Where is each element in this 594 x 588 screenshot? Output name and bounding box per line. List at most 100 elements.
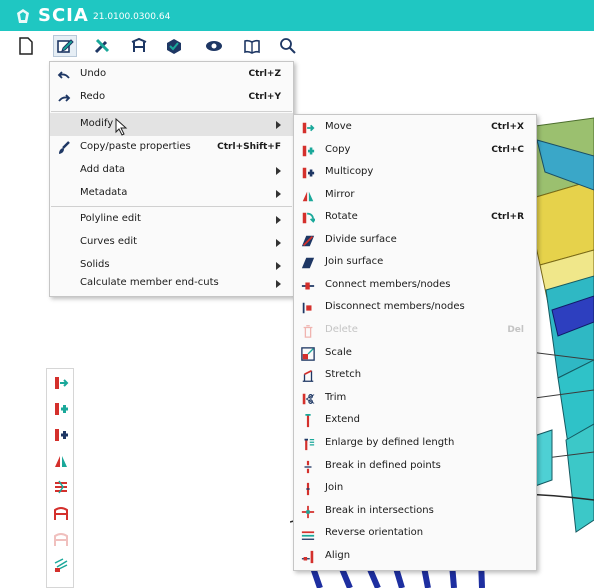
submenu-arrow-icon [276,216,281,224]
submenu-item-multicopy[interactable]: Multicopy [294,161,536,184]
join-surface-icon [301,257,315,269]
structure-icon [131,37,147,52]
frame-disabled-icon[interactable] [53,531,69,547]
scia-logo-icon [17,9,29,23]
menu-separator [51,111,292,112]
submenu-item-break-in-defined-points[interactable]: Break in defined points [294,455,536,478]
menu-item-label: Rotate [325,211,358,222]
submenu-arrow-icon [276,167,281,175]
submenu-item-move[interactable]: Move Ctrl+X [294,116,536,139]
menu-item-label: Connect members/nodes [325,279,451,290]
undo-icon [57,71,70,79]
copy-icon[interactable] [53,401,69,417]
submenu-item-reverse-orientation[interactable]: Reverse orientation [294,522,536,545]
help-search-button[interactable] [276,35,300,57]
menu-item-polyline-edit[interactable]: Polyline edit [50,208,293,231]
menu-item-copy-paste-properties[interactable]: Copy/paste properties Ctrl+Shift+F [50,136,293,159]
reverse-icon [301,531,315,540]
submenu-item-trim[interactable]: Trim [294,387,536,410]
submenu-item-align[interactable]: Align [294,545,536,568]
rotate-icon [302,212,315,224]
book-icon [244,39,260,54]
submenu-item-mirror[interactable]: Mirror [294,184,536,207]
title-bar: SCIA 21.0100.0300.64 [0,0,594,31]
menu-item-label: Extend [325,414,360,425]
submenu-item-scale[interactable]: Scale [294,342,536,365]
frame-icon[interactable] [53,505,69,521]
move-icon [302,122,315,134]
stretch-icon [302,369,314,382]
menu-item-metadata[interactable]: Metadata [50,182,293,205]
submenu-item-join[interactable]: Join [294,477,536,500]
menu-item-redo[interactable]: Redo Ctrl+Y [50,86,293,109]
help-search-icon [280,38,296,54]
menu-item-label: Move [325,121,352,132]
grid-edit-icon[interactable] [53,557,69,573]
menu-item-curves-edit[interactable]: Curves edit [50,231,293,254]
menu-item-label: Calculate member end-cuts [80,277,219,288]
submenu-item-extend[interactable]: Extend [294,409,536,432]
view-3d-button[interactable] [162,35,186,57]
submenu-item-enlarge-by-defined-length[interactable]: Enlarge by defined length [294,432,536,455]
new-document-button[interactable] [14,35,38,57]
submenu-item-copy[interactable]: Copy Ctrl+C [294,139,536,162]
submenu-item-divide-surface[interactable]: Divide surface [294,229,536,252]
app-brand: SCIA [38,5,89,26]
scale-icon [301,347,315,361]
move-icon[interactable] [53,375,69,391]
new-document-icon [19,37,33,55]
tools-button[interactable] [90,35,114,57]
submenu-item-break-in-intersections[interactable]: Break in intersections [294,500,536,523]
menu-item-label: Enlarge by defined length [325,437,455,448]
menu-item-label: Join [325,482,344,493]
menu-item-label: Join surface [325,256,384,267]
menu-item-label: Reverse orientation [325,527,424,538]
menu-item-shortcut: Ctrl+R [491,212,524,222]
submenu-item-disconnect-members-nodes[interactable]: Disconnect members/nodes [294,296,536,319]
menu-item-label: Delete [325,324,358,335]
menu-item-shortcut: Ctrl+Y [248,92,282,102]
menu-item-label: Multicopy [325,166,374,177]
join-icon [306,482,310,496]
submenu-arrow-icon [276,190,281,198]
submenu-item-rotate[interactable]: Rotate Ctrl+R [294,206,536,229]
menu-item-shortcut: Del [507,325,524,335]
extend-icon [305,414,311,428]
submenu-item-join-surface[interactable]: Join surface [294,251,536,274]
menu-item-label: Break in defined points [325,460,441,471]
app-version: 21.0100.0300.64 [93,12,171,22]
enlarge-icon [304,438,315,451]
view-button[interactable] [202,35,226,57]
menu-item-shortcut: Ctrl+C [491,145,524,155]
modify-side-toolbar [46,368,74,588]
submenu-item-stretch[interactable]: Stretch [294,364,536,387]
connect-icon [301,282,315,290]
modify-submenu: Move Ctrl+X Copy Ctrl+C Multicopy Mirror… [293,114,537,571]
edit-menu-button[interactable] [53,35,77,57]
copy-icon [302,145,315,157]
menu-item-label: Align [325,550,351,561]
submenu-item-connect-members-nodes[interactable]: Connect members/nodes [294,274,536,297]
menu-item-label: Copy/paste properties [80,141,191,152]
menu-item-label: Mirror [325,189,355,200]
menu-item-calculate-member-end-cuts[interactable]: Calculate member end-cuts [50,272,293,295]
menu-item-modify[interactable]: Modify [50,113,293,136]
multicopy-icon[interactable] [53,427,69,443]
submenu-item-delete[interactable]: Delete Del [294,319,536,342]
tools-icon [94,38,110,54]
structure-button[interactable] [127,35,151,57]
submenu-arrow-icon [276,262,281,270]
menu-item-undo[interactable]: Undo Ctrl+Z [50,63,293,86]
menu-item-label: Curves edit [80,236,138,247]
submenu-arrow-icon [276,121,281,129]
divide-surface-icon [301,235,315,247]
mirror-icon[interactable] [53,453,69,469]
menu-item-label: Copy [325,144,351,155]
mouse-cursor-icon [115,118,128,136]
eye-icon [206,41,222,51]
report-button[interactable] [240,35,264,57]
cube-icon [167,39,181,54]
menu-item-add-data[interactable]: Add data [50,159,293,182]
align-lines-icon[interactable] [53,479,69,495]
break-intersections-icon [301,505,315,519]
